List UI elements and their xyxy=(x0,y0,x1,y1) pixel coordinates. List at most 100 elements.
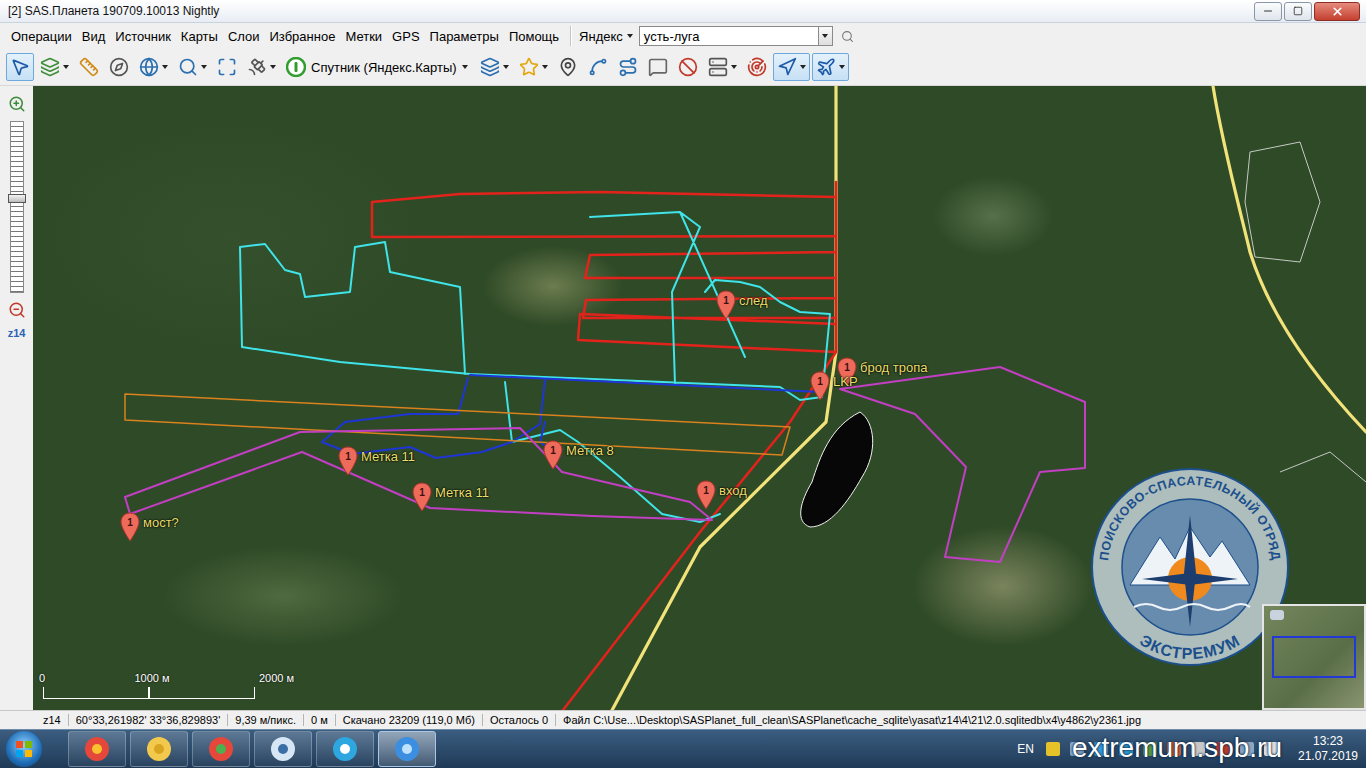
menu-item[interactable]: Слои xyxy=(223,27,265,46)
search-sector[interactable] xyxy=(125,394,790,455)
maximize-button[interactable] xyxy=(1284,2,1312,21)
status-field: Файл C:\Use...\Desktop\SASPlanet_full_cl… xyxy=(556,714,1148,726)
dropdown-caret-icon[interactable] xyxy=(270,65,276,69)
search-engine-select[interactable]: Яндекс xyxy=(577,29,639,44)
tool-button[interactable] xyxy=(773,53,810,81)
tool-button[interactable] xyxy=(243,53,280,81)
pin-label: Метка 8 xyxy=(566,443,614,458)
taskbar-app[interactable] xyxy=(254,731,312,767)
menu-item[interactable]: Операции xyxy=(6,27,77,46)
tool-button[interactable] xyxy=(6,53,34,81)
map-source-select[interactable]: Спутник (Яндекс.Карты) xyxy=(282,57,474,77)
dropdown-caret-icon[interactable] xyxy=(162,65,168,69)
scale-label: 1000 м xyxy=(134,672,169,684)
zoom-panel: z14 xyxy=(0,86,33,710)
tool-button[interactable] xyxy=(584,53,612,81)
dropdown-caret-icon[interactable] xyxy=(542,65,548,69)
map-pin[interactable]: 1мост? xyxy=(120,512,179,542)
menu-item[interactable]: Избранное xyxy=(265,27,341,46)
dropdown-caret-icon[interactable] xyxy=(503,65,509,69)
search-field[interactable]: усть-луга xyxy=(639,26,819,46)
pin-label: вход xyxy=(719,483,747,498)
menu-item[interactable]: Источник xyxy=(110,27,176,46)
tool-button[interactable] xyxy=(743,53,771,81)
menu-item[interactable]: Карты xyxy=(176,27,223,46)
explorer-icon xyxy=(145,735,173,763)
tool-button[interactable] xyxy=(812,53,849,81)
map-pin[interactable]: 1вход xyxy=(696,480,747,510)
map-pin[interactable]: 1 Метка 11 xyxy=(412,482,489,512)
map-pin[interactable]: 1Метка 11 xyxy=(338,446,415,476)
minimize-icon xyxy=(1262,5,1274,17)
window-title: [2] SAS.Планета 190709.10013 Nightly xyxy=(8,4,1254,18)
tool-button[interactable] xyxy=(674,53,702,81)
close-button[interactable] xyxy=(1314,2,1360,21)
tool-button[interactable] xyxy=(644,53,672,81)
svg-text:1: 1 xyxy=(419,487,425,498)
zoom-slider[interactable] xyxy=(10,121,24,293)
svg-text:1: 1 xyxy=(345,451,351,462)
dropdown-caret-icon[interactable] xyxy=(839,65,845,69)
map-view[interactable]: 1след1брод тропа1LKP1Метка 111Метка 81Ме… xyxy=(33,86,1366,710)
tool-button[interactable] xyxy=(75,53,103,81)
tray-icon[interactable] xyxy=(1046,742,1060,756)
tool-button[interactable] xyxy=(36,53,73,81)
status-field: Осталось 0 xyxy=(483,714,556,726)
clock[interactable]: 13:2321.07.2019 xyxy=(1290,734,1366,764)
tool-button[interactable] xyxy=(213,53,241,81)
tool-button[interactable] xyxy=(174,53,211,81)
language-indicator[interactable]: EN xyxy=(1017,742,1034,756)
taskbar-app[interactable] xyxy=(316,731,374,767)
pin-label: Метка 11 xyxy=(435,485,489,500)
tool-button[interactable] xyxy=(614,53,642,81)
mini-map-toggle-icon[interactable] xyxy=(1270,610,1284,620)
scale-label: 2000 м xyxy=(259,672,294,684)
search-button[interactable] xyxy=(841,30,854,43)
taskbar-app[interactable] xyxy=(192,731,250,767)
taskbar-app[interactable] xyxy=(130,731,188,767)
cyan-track[interactable] xyxy=(240,212,830,522)
status-field: z14 xyxy=(36,714,69,726)
tool-button[interactable] xyxy=(515,53,552,81)
menu-item[interactable]: Параметры xyxy=(425,27,504,46)
pin-icon: 1 xyxy=(543,440,563,470)
map-pin[interactable]: 1Метка 8 xyxy=(543,440,614,470)
menu-item[interactable]: Помощь xyxy=(504,27,564,46)
area-select-icon xyxy=(40,57,60,77)
dropdown-caret-icon[interactable] xyxy=(731,65,737,69)
zoom-in-icon[interactable] xyxy=(8,95,26,113)
red-track[interactable] xyxy=(372,182,836,710)
zoom-slider-thumb[interactable] xyxy=(8,194,26,203)
tool-button[interactable] xyxy=(554,53,582,81)
mini-map-viewport[interactable] xyxy=(1272,636,1356,678)
tool-button[interactable] xyxy=(105,53,133,81)
minimize-button[interactable] xyxy=(1254,2,1282,21)
map-pin[interactable]: 1след xyxy=(716,290,768,320)
dropdown-caret-icon[interactable] xyxy=(800,65,806,69)
map-pin[interactable]: 1LKP xyxy=(810,371,858,401)
taskbar-app[interactable] xyxy=(378,731,436,767)
menu-item[interactable]: Метки xyxy=(340,27,387,46)
menu-item[interactable]: Вид xyxy=(77,27,111,46)
menu-item[interactable]: GPS xyxy=(387,27,424,46)
dropdown-caret-icon[interactable] xyxy=(201,65,207,69)
search-area[interactable] xyxy=(125,367,1085,562)
tool-button[interactable] xyxy=(135,53,172,81)
tool-button[interactable] xyxy=(476,53,513,81)
ruler-icon xyxy=(79,57,99,77)
status-field: Скачано 23209 (119,0 Мб) xyxy=(336,714,483,726)
dropdown-caret-icon[interactable] xyxy=(63,65,69,69)
search-history-button[interactable] xyxy=(819,26,833,46)
polygon-icon xyxy=(618,57,638,77)
zoom-out-icon[interactable] xyxy=(8,301,26,319)
sasplanet-icon xyxy=(393,735,421,763)
pin-icon: 1 xyxy=(338,446,358,476)
gps-icon xyxy=(747,57,767,77)
tool-button[interactable] xyxy=(704,53,741,81)
chrome-icon xyxy=(207,735,235,763)
telegram-icon xyxy=(331,735,359,763)
road-line[interactable] xyxy=(610,86,1366,710)
mini-map[interactable] xyxy=(1262,604,1366,710)
taskbar-app[interactable] xyxy=(68,731,126,767)
start-button[interactable] xyxy=(6,731,42,767)
